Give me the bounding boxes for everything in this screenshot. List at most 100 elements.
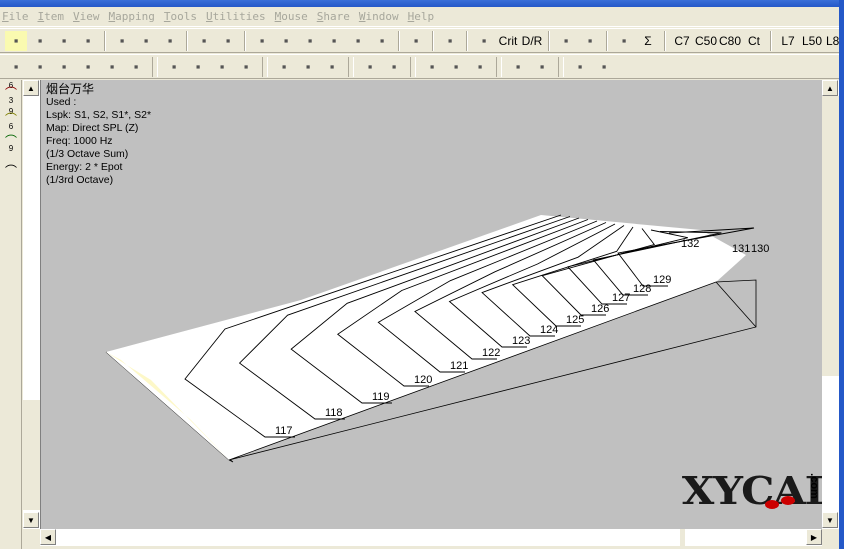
menu-file[interactable]: File (2, 10, 29, 23)
title-bar (0, 0, 844, 7)
layout-4-button[interactable]: ▪ (77, 57, 99, 77)
scroll-down-icon[interactable]: ▼ (822, 512, 838, 528)
seat-button[interactable]: ▪ (569, 57, 591, 77)
room-button[interactable]: ▪ (555, 31, 577, 51)
chair-s-button[interactable]: ▪ (469, 57, 491, 77)
menu-mouse[interactable]: Mouse (275, 10, 308, 23)
3d-box-button[interactable]: ▪ (5, 30, 27, 51)
preset-bottom: 6 (8, 121, 14, 131)
house-button[interactable]: ▪ (347, 31, 369, 51)
layout-6-button[interactable]: ▪ (125, 57, 147, 77)
menu-view[interactable]: View (73, 10, 100, 23)
scroll-thumb[interactable] (23, 400, 40, 510)
scroll-up-icon[interactable]: ▲ (23, 80, 39, 96)
toolbar-separator (466, 30, 468, 51)
c7-button[interactable]: C7 (671, 31, 693, 51)
left-tool-panel: 6 ⌒ 3 9 ⌒ 6 ⌒ 9 ⌒ (0, 80, 22, 549)
view-preset-button[interactable]: 9 ⌒ 6 (0, 106, 22, 132)
chair-button[interactable]: ▪ (445, 57, 467, 77)
scroll-up-icon[interactable]: ▲ (822, 80, 838, 96)
scroll-down-icon[interactable]: ▼ (23, 512, 39, 528)
view-preset-button[interactable]: ⌒ 9 (0, 132, 22, 158)
exclaim-button[interactable]: ▪ (405, 31, 427, 51)
map-canvas[interactable]: 烟台万华 Used : Lspk: S1, S2, S1*, S2* Map: … (40, 80, 841, 529)
crosshair-button[interactable]: ▪ (439, 31, 461, 51)
c80-button[interactable]: C80 (719, 31, 741, 51)
link-button[interactable]: ▪ (473, 31, 495, 51)
scroll-right-icon[interactable]: ▶ (806, 529, 822, 545)
eye-button[interactable]: ▪ (593, 57, 615, 77)
layout-3-button[interactable]: ▪ (53, 57, 75, 77)
menu-share[interactable]: Share (317, 10, 350, 23)
layout-5-button[interactable]: ▪ (101, 57, 123, 77)
plane-edge (715, 281, 757, 328)
toolbar-secondary: ▪ ▪ ▪ ▪ ▪ ▪ ▪ ▪ ▪ ▪ ▪ ▪ ▪ ▪ ▪ ▪ ▪ ▪ ▪ ▪ ▪ ▪ (0, 54, 844, 79)
wire-box-button[interactable]: ▪ (163, 57, 185, 77)
grid-map-button[interactable]: ▪ (383, 57, 405, 77)
speaker-off-button[interactable]: ▪ (297, 57, 319, 77)
save-image-button[interactable]: ▪ (77, 31, 99, 51)
contour-label: 127 (612, 292, 630, 304)
crit-button[interactable]: Crit (497, 31, 519, 51)
print-button[interactable]: ▪ (29, 31, 51, 51)
contour-label: 121 (450, 360, 468, 372)
scroll-left-icon[interactable]: ◀ (40, 529, 56, 545)
left-scrollbar[interactable]: ▲ ▼ (23, 80, 40, 529)
globe-button[interactable]: ▪ (371, 31, 393, 51)
vector-button[interactable]: ▪ (613, 31, 635, 51)
l7-button[interactable]: L7 (777, 31, 799, 51)
logo-note-icon (781, 496, 795, 505)
plane-h-button[interactable]: ▪ (235, 57, 257, 77)
target-button[interactable]: ▪ (135, 31, 157, 51)
menu-help[interactable]: Help (408, 10, 435, 23)
hash-button[interactable]: ▪ (531, 57, 553, 77)
scroll-thumb[interactable] (822, 96, 839, 376)
toolbar-separator (152, 56, 158, 77)
l50-button[interactable]: L50 (801, 31, 823, 51)
view-preset-button[interactable]: 6 ⌒ 3 (0, 80, 22, 106)
menu-window[interactable]: Window (359, 10, 399, 23)
contour-label: 123 (512, 335, 530, 347)
fit-button[interactable]: ▪ (193, 31, 215, 51)
menu-mapping[interactable]: Mapping (109, 10, 155, 23)
copy-image-button[interactable]: ▪ (53, 31, 75, 51)
toolbar-separator (398, 30, 400, 51)
toolbar-separator (770, 30, 772, 51)
plane-a-button[interactable]: ▪ (321, 57, 343, 77)
contour-label: 131 (732, 243, 750, 255)
vertical-scrollbar[interactable]: ▲ ▼ (822, 80, 839, 529)
text-a-button[interactable]: ▪ (421, 57, 443, 77)
probe-button[interactable]: ▪ (111, 31, 133, 51)
speaker-on-button[interactable]: ▪ (273, 57, 295, 77)
arrow-down-button[interactable]: ▪ (323, 31, 345, 51)
d-r-button[interactable]: D/R (521, 31, 543, 51)
toolbar-separator (432, 30, 434, 51)
c50-button[interactable]: C50 (695, 31, 717, 51)
menu-item[interactable]: Item (38, 10, 65, 23)
arrow-left-button[interactable]: ▪ (275, 31, 297, 51)
unfit-button[interactable]: ▪ (217, 31, 239, 51)
speaker-add-button[interactable]: ▪ (251, 31, 273, 51)
colormap-button[interactable]: ▪ (211, 57, 233, 77)
mortar-button[interactable]: ▪ (299, 31, 321, 51)
box-button[interactable]: ▪ (187, 57, 209, 77)
zoom-window-button[interactable]: ▪ (159, 31, 181, 51)
--button[interactable]: Σ (637, 31, 659, 51)
preset-bottom: 3 (8, 95, 14, 105)
target-disc-button[interactable]: ▪ (507, 57, 529, 77)
gauge-button[interactable]: ▪ (579, 31, 601, 51)
wave-button[interactable]: ▪ (359, 57, 381, 77)
toolbar-separator (244, 30, 246, 51)
horizontal-scrollbar[interactable]: ◀ ▶ (40, 529, 822, 546)
layout-2-button[interactable]: ▪ (29, 57, 51, 77)
contour-label: 125 (566, 314, 584, 326)
menu-utilities[interactable]: Utilities (206, 10, 266, 23)
layout-1-button[interactable]: ▪ (5, 57, 27, 77)
scroll-thumb[interactable] (680, 529, 685, 546)
toolbar-separator (548, 30, 550, 51)
toolbar-separator (348, 56, 354, 77)
contour-label: 130 (751, 243, 769, 255)
menu-tools[interactable]: Tools (164, 10, 197, 23)
ct-button[interactable]: Ct (743, 31, 765, 51)
view-preset-button[interactable]: ⌒ (0, 158, 22, 184)
